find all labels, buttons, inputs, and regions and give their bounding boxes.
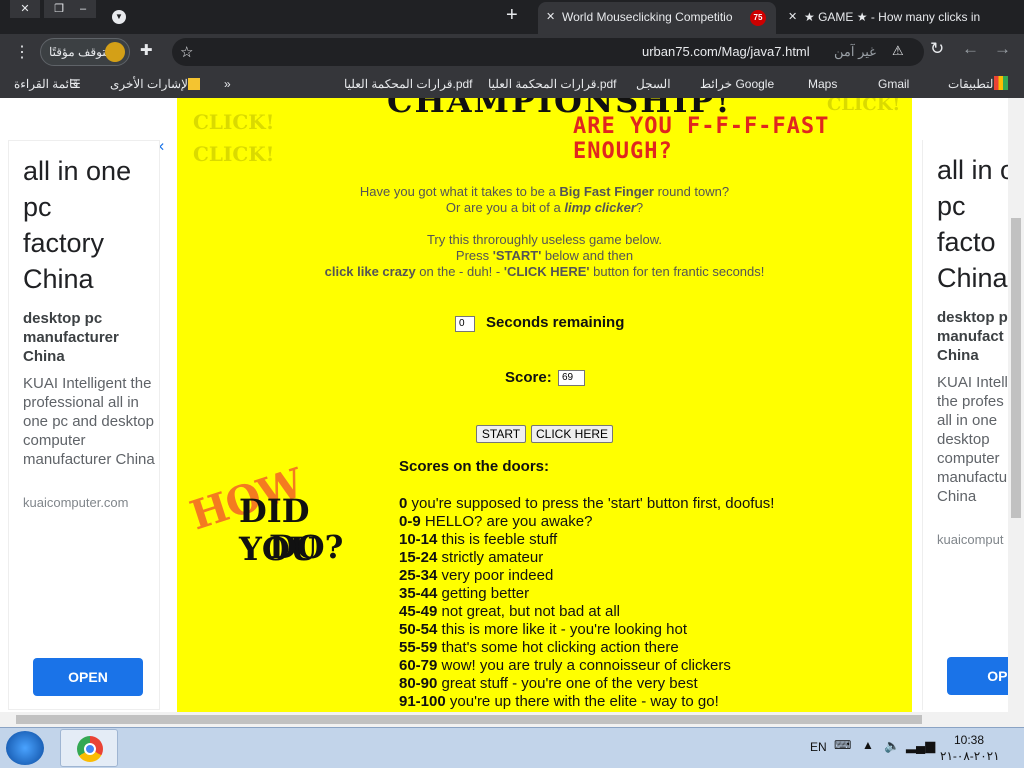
clock-time[interactable]: 10:38 xyxy=(954,733,984,747)
right-advertisement[interactable]: all in o pc facto China desktop pc manufact… xyxy=(922,140,1022,710)
vertical-scrollbar[interactable] xyxy=(1008,98,1024,712)
tab-title: ★ GAME ★ - How many clicks in xyxy=(804,10,981,24)
profile-button[interactable]: متوقف مؤقتًا xyxy=(40,38,130,66)
avatar xyxy=(105,42,125,62)
start-button-icon[interactable] xyxy=(6,731,44,765)
list-item: 35-44 getting better xyxy=(399,585,530,602)
list-item: 50-54 this is more like it - you're look… xyxy=(399,621,688,638)
tab-world-mouseclicking[interactable]: ✕ World Mouseclicking Competitio 75 xyxy=(538,2,776,34)
warning-icon[interactable]: ⚠ xyxy=(892,43,904,59)
bookmark-star-icon[interactable]: ☆ xyxy=(180,43,193,61)
ad-open-button[interactable]: OPEN xyxy=(33,658,143,696)
bookmark-pdf-2[interactable]: قرارات المحكمة العليا.pdf xyxy=(344,77,473,91)
bookmark-history[interactable]: السجل xyxy=(636,77,671,91)
list-item: 55-59 that's some hot clicking action th… xyxy=(399,639,679,656)
browser-tab-strip: ✕ ❐ – ▼ + ✕ World Mouseclicking Competit… xyxy=(0,0,1024,34)
start-button[interactable]: START xyxy=(476,425,526,443)
click-here-button[interactable]: CLICK HERE xyxy=(531,425,613,443)
ad-headline: all in one pc factory China xyxy=(23,156,132,294)
tab-favicon-badge: 75 xyxy=(750,10,766,26)
score-label: Score: xyxy=(505,369,552,386)
chrome-icon xyxy=(77,736,103,762)
tab-title: World Mouseclicking Competitio xyxy=(562,10,733,24)
keyboard-icon[interactable]: ⌨ xyxy=(834,738,851,752)
list-item: 60-79 wow! you are truly a connoisseur o… xyxy=(399,657,731,674)
language-indicator[interactable]: EN xyxy=(810,740,827,754)
address-bar[interactable]: ☆ urban75.com/Mag/java7.html غير آمن ⚠ xyxy=(172,38,924,66)
tab-game-how-many-clicks[interactable]: ✕ ★ GAME ★ - How many clicks in xyxy=(780,2,1010,34)
game-panel: CLICK! CLICK! CHAMPIONSHIP! CLICK! ARE Y… xyxy=(177,98,912,712)
minimize-window-button[interactable]: – xyxy=(70,0,96,18)
how-did-you-do-graphic: HOW DID YOU DO? xyxy=(185,459,389,572)
click-decoration: CLICK! xyxy=(827,98,901,115)
list-item: 15-24 strictly amateur xyxy=(399,549,544,566)
click-decoration: CLICK! xyxy=(193,142,275,166)
bookmark-google-maps[interactable]: خرائط Google xyxy=(700,77,774,91)
security-label: غير آمن xyxy=(834,44,876,59)
list-item: 0 you're supposed to press the 'start' b… xyxy=(399,495,775,512)
horizontal-scroll-thumb[interactable] xyxy=(16,715,922,724)
back-arrow-icon[interactable]: ← xyxy=(962,39,979,59)
click-decoration: CLICK! xyxy=(193,110,275,134)
reading-list-icon: ☰ xyxy=(70,77,81,91)
profile-label: متوقف مؤقتًا xyxy=(49,45,113,59)
browser-toolbar: ⋮ متوقف مؤقتًا ✚ ☆ urban75.com/Mag/java7… xyxy=(0,34,1024,70)
tagline: ARE YOU F-F-F-FAST ENOUGH? xyxy=(573,114,830,164)
intro-line-5: click like crazy on the - duh! - 'CLICK … xyxy=(324,264,765,279)
ad-subtitle: desktop pc manufacturer China xyxy=(23,310,119,365)
bookmark-pdf-1[interactable]: قرارات المحكمة العليا.pdf xyxy=(488,77,617,91)
more-bookmarks-chevron[interactable]: » xyxy=(224,77,231,91)
apps-grid-icon xyxy=(994,76,1008,90)
bookmark-maps[interactable]: Maps xyxy=(808,77,837,91)
extensions-icon[interactable]: ✚ xyxy=(140,41,153,59)
seconds-remaining-label: Seconds remaining xyxy=(486,314,625,331)
bookmarks-bar: قائمة القراءة ☰ الإشارات الأخرى » قرارات… xyxy=(0,70,1024,98)
folder-icon xyxy=(188,78,200,90)
windows-taskbar: EN ⌨ ▲ 🔈 ▂▄▆ 10:38 ٢٠٢١-٠٨-٢١ xyxy=(0,727,1024,768)
list-item: 91-100 you're up there with the elite - … xyxy=(399,693,719,710)
intro-line-4: Press 'START' below and then xyxy=(455,248,634,263)
intro-line-1: Have you got what it takes to be a Big F… xyxy=(359,184,730,199)
ad-body: KUAI Intelligent the professional all in… xyxy=(23,375,155,468)
reload-icon[interactable]: ↻ xyxy=(930,39,944,59)
close-tab-icon[interactable]: ✕ xyxy=(546,2,555,32)
new-tab-button[interactable]: + xyxy=(506,4,518,27)
show-hidden-icons-icon[interactable]: ▲ xyxy=(862,738,874,752)
list-item: 0-9 HELLO? are you awake? xyxy=(399,513,593,530)
page-viewport: ⓘ ✕ all in onepcfactoryChina desktop pc … xyxy=(0,98,1024,712)
url-text: urban75.com/Mag/java7.html xyxy=(642,44,810,59)
ad-subtitle: desktop pc manufact China xyxy=(937,309,1017,364)
volume-icon[interactable]: 🔈 xyxy=(884,738,900,754)
ad-body: KUAI Intell the profes all in one deskto… xyxy=(937,374,1008,505)
tab-search-icon[interactable]: ▼ xyxy=(112,10,126,24)
close-tab-icon[interactable]: ✕ xyxy=(788,2,797,32)
list-item: 45-49 not great, but not bad at all xyxy=(399,603,621,620)
scores-heading: Scores on the doors: xyxy=(399,458,550,475)
menu-icon[interactable]: ⋮ xyxy=(14,42,30,62)
score-field[interactable]: 69 xyxy=(558,370,585,386)
other-bookmarks-link[interactable]: الإشارات الأخرى xyxy=(110,77,191,91)
do-word: DO? xyxy=(269,528,344,566)
horizontal-scrollbar[interactable] xyxy=(0,712,1024,727)
forward-arrow-icon[interactable]: → xyxy=(994,39,1011,59)
close-window-button[interactable]: ✕ xyxy=(10,0,40,18)
list-item: 25-34 very poor indeed xyxy=(399,567,554,584)
ad-domain: kuaicomputer.com xyxy=(23,495,129,510)
chrome-taskbar-button[interactable] xyxy=(60,729,118,767)
score-list: 0 you're supposed to press the 'start' b… xyxy=(399,495,774,711)
bookmark-apps[interactable]: التطبيقات xyxy=(948,77,997,91)
intro-line-2: Or are you a bit of a limp clicker? xyxy=(445,200,644,215)
seconds-remaining-field[interactable]: 0 xyxy=(455,316,475,332)
intro-line-3: Try this throroughly useless game below. xyxy=(426,232,663,247)
network-icon[interactable]: ▂▄▆ xyxy=(906,738,935,754)
bookmark-gmail[interactable]: Gmail xyxy=(878,77,909,91)
list-item: 80-90 great stuff - you're one of the ve… xyxy=(399,675,698,692)
vertical-scroll-thumb[interactable] xyxy=(1011,218,1021,518)
clock-date[interactable]: ٢٠٢١-٠٨-٢١ xyxy=(940,749,1000,763)
left-advertisement[interactable]: all in one pc factory China desktop pc manu… xyxy=(8,140,160,710)
list-item: 10-14 this is feeble stuff xyxy=(399,531,558,548)
reading-list-link[interactable]: قائمة القراءة xyxy=(14,77,78,91)
